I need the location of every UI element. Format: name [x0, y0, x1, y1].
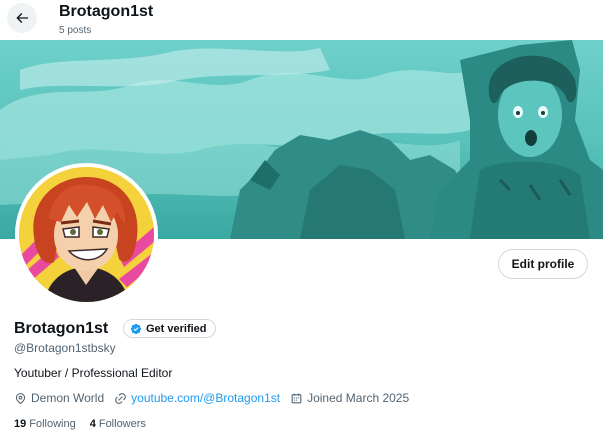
profile-avatar[interactable] — [15, 163, 158, 306]
website-link[interactable]: youtube.com/@Brotagon1st — [131, 391, 280, 405]
posts-count: 5 posts — [59, 25, 92, 36]
avatar-image — [19, 167, 154, 302]
following-link[interactable]: 19 Following — [14, 418, 76, 430]
location-text: Demon World — [31, 391, 105, 405]
location-pin-icon — [15, 392, 26, 404]
user-handle: @Brotagon1stbsky — [14, 341, 116, 355]
get-verified-button[interactable]: Get verified — [123, 319, 216, 338]
user-bio: Youtuber / Professional Editor — [14, 366, 173, 380]
location-item: Demon World — [14, 391, 104, 405]
website-item[interactable]: youtube.com/@Brotagon1st — [114, 391, 280, 405]
follow-stats: 19 Following 4 Followers — [14, 418, 160, 430]
profile-meta: Demon World youtube.com/@Brotagon1st Joi… — [14, 391, 419, 405]
edit-profile-button[interactable]: Edit profile — [498, 249, 588, 279]
followers-count: 4 — [89, 418, 96, 430]
get-verified-label: Get verified — [146, 322, 207, 335]
calendar-icon — [291, 393, 302, 403]
header-title: Brotagon1st — [59, 3, 154, 20]
link-icon — [115, 392, 126, 404]
display-name: Brotagon1st — [14, 320, 109, 337]
arrow-left-icon — [16, 13, 28, 23]
followers-label: Followers — [98, 418, 146, 430]
verified-badge-icon — [130, 323, 142, 334]
top-bar: Brotagon1st 5 posts — [0, 0, 603, 40]
following-label: Following — [29, 418, 76, 430]
back-button[interactable] — [7, 3, 37, 33]
followers-link[interactable]: 4 Followers — [90, 418, 146, 430]
joined-item: Joined March 2025 — [290, 391, 409, 405]
joined-text: Joined March 2025 — [307, 391, 410, 405]
following-count: 19 — [14, 418, 27, 430]
